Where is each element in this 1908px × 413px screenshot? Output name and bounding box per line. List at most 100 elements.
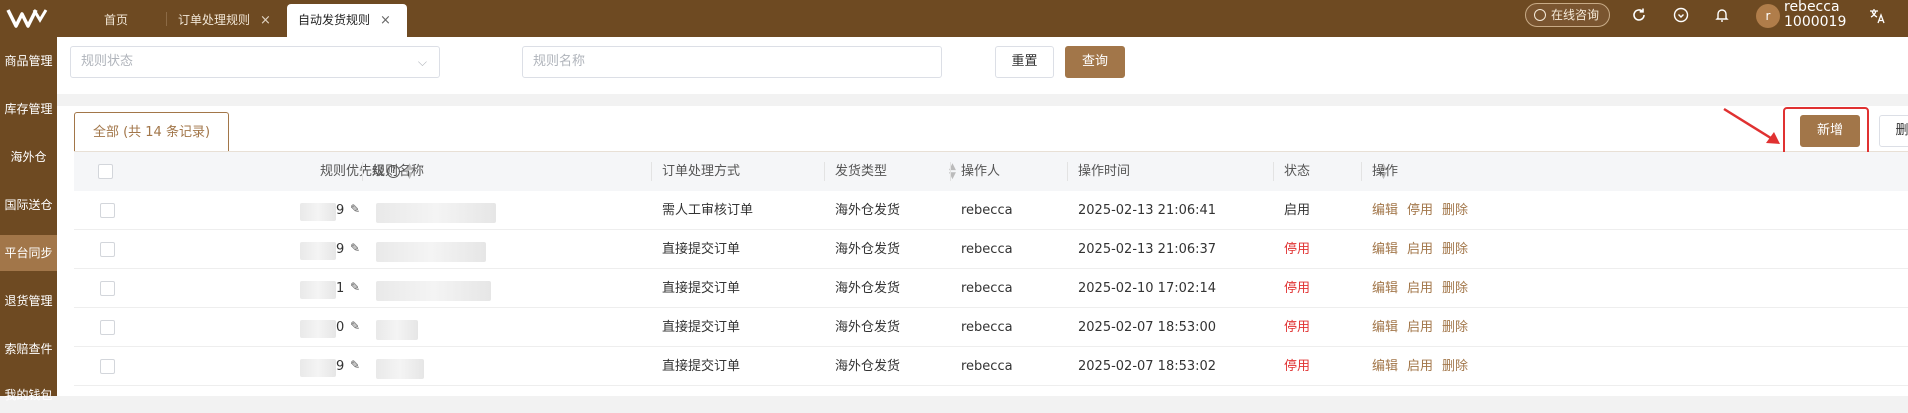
ship-type: 海外仓发货 <box>835 242 901 257</box>
ship-type: 海外仓发货 <box>835 203 901 218</box>
row-checkbox[interactable] <box>100 242 115 257</box>
tab-divider <box>166 12 167 26</box>
close-icon[interactable]: × <box>380 13 391 28</box>
delete-link[interactable]: 删除 <box>1442 359 1468 374</box>
ship-type: 海外仓发货 <box>835 359 901 374</box>
ship-type: 海外仓发货 <box>835 281 901 296</box>
select-all-checkbox[interactable] <box>98 164 113 179</box>
toggle-link[interactable]: 启用 <box>1407 320 1433 335</box>
edit-link[interactable]: 编辑 <box>1372 320 1398 335</box>
sidebar-item-inventory[interactable]: 库存管理 <box>0 91 57 127</box>
redacted-priority <box>300 203 336 221</box>
tab-order-rules[interactable]: 订单处理规则 × <box>178 4 271 37</box>
column-time: 操作时间 <box>1078 164 1131 179</box>
toggle-link[interactable]: 停用 <box>1407 203 1433 218</box>
process-method: 直接提交订单 <box>662 281 741 296</box>
operator: rebecca <box>961 359 1013 374</box>
online-consult-button[interactable]: 在线咨询 <box>1525 3 1610 27</box>
operator: rebecca <box>961 281 1013 296</box>
heart-icon[interactable] <box>1672 7 1690 25</box>
edit-link[interactable]: 编辑 <box>1372 359 1398 374</box>
user-name: rebecca <box>1784 0 1840 15</box>
operator: rebecca <box>961 320 1013 335</box>
redacted-priority <box>300 359 336 377</box>
sidebar-item-wallet[interactable]: 我的钱包 <box>0 377 57 413</box>
edit-pencil-icon[interactable]: ✎ <box>350 241 360 255</box>
sidebar-item-claims[interactable]: 索赔查件 <box>0 331 57 367</box>
status-badge: 停用 <box>1284 359 1311 374</box>
close-icon[interactable]: × <box>260 13 271 28</box>
query-button[interactable]: 查询 <box>1065 46 1125 78</box>
table-row: 9 ✎ 直接提交订单 海外仓发货 rebecca 2025-02-13 21:0… <box>74 230 1908 269</box>
edit-pencil-icon[interactable]: ✎ <box>350 280 360 294</box>
priority-value: 0 <box>336 320 345 335</box>
column-actions: 操作 <box>1372 164 1399 179</box>
tab-all-records[interactable]: 全部 (共 14 条记录) <box>74 112 229 152</box>
edit-pencil-icon[interactable]: ✎ <box>350 358 360 372</box>
process-method: 直接提交订单 <box>662 242 741 257</box>
user-info[interactable]: rebecca 1000019 <box>1784 0 1846 30</box>
edit-pencil-icon[interactable]: ✎ <box>350 319 360 333</box>
add-rule-button[interactable]: 新增 <box>1800 115 1860 147</box>
chevron-down-icon: ⌵ <box>417 55 427 69</box>
status-badge: 启用 <box>1284 203 1311 218</box>
row-actions: 编辑 启用 删除 <box>1372 308 1477 347</box>
toggle-link[interactable]: 启用 <box>1407 242 1433 257</box>
column-type[interactable]: 发货类型 ▲ ▼ <box>835 152 956 191</box>
ship-type: 海外仓发货 <box>835 320 901 335</box>
annotation-arrow-icon <box>1723 107 1780 144</box>
redacted-rule-name <box>376 320 418 340</box>
sidebar-item-returns[interactable]: 退货管理 <box>0 283 57 319</box>
row-checkbox[interactable] <box>100 203 115 218</box>
operator: rebecca <box>961 242 1013 257</box>
column-method: 订单处理方式 <box>662 164 741 179</box>
status-badge: 停用 <box>1284 281 1311 296</box>
brand-logo-icon[interactable] <box>6 6 50 30</box>
column-divider <box>1361 162 1362 181</box>
top-bar: 首页 订单处理规则 × 自动发货规则 × 在线咨询 r rebecca 100001… <box>0 0 1908 37</box>
column-divider <box>950 162 951 181</box>
process-method: 直接提交订单 <box>662 359 741 374</box>
operator: rebecca <box>961 203 1013 218</box>
toggle-link[interactable]: 启用 <box>1407 359 1433 374</box>
translate-icon[interactable] <box>1868 7 1886 25</box>
redacted-priority <box>300 320 336 338</box>
operate-time: 2025-02-07 18:53:00 <box>1078 320 1217 335</box>
tab-auto-ship-rules[interactable]: 自动发货规则 × <box>287 4 407 37</box>
row-checkbox[interactable] <box>100 281 115 296</box>
delete-button[interactable]: 删除 <box>1879 115 1908 147</box>
sidebar-item-products[interactable]: 商品管理 <box>0 43 57 79</box>
redacted-rule-name <box>376 242 486 262</box>
delete-link[interactable]: 删除 <box>1442 242 1468 257</box>
main-content: 规则状态 ⌵ 规则名称 重置 查询 全部 (共 14 条记录) 新增 删除 ⚙ … <box>57 37 1908 396</box>
tab-home[interactable]: 首页 <box>104 4 128 37</box>
delete-link[interactable]: 删除 <box>1442 320 1468 335</box>
sidebar-item-overseas-warehouse[interactable]: 海外仓 <box>0 139 57 175</box>
edit-pencil-icon[interactable]: ✎ <box>350 202 360 216</box>
table-row: 9 ✎ 需人工审核订单 海外仓发货 rebecca 2025-02-13 21:… <box>74 191 1908 230</box>
priority-value: 9 <box>336 359 345 374</box>
row-actions: 编辑 启用 删除 <box>1372 269 1477 308</box>
row-actions: 编辑 启用 删除 <box>1372 230 1477 269</box>
table-header: 规则优先级? ▲ ▼ 规则名称 订单处理方式 发货类型 ▲ ▼ 操作人 操作时间 状态 ▲… <box>74 152 1908 191</box>
sidebar-item-intl-delivery[interactable]: 国际送仓 <box>0 187 57 223</box>
operate-time: 2025-02-10 17:02:14 <box>1078 281 1217 296</box>
edit-link[interactable]: 编辑 <box>1372 281 1398 296</box>
operate-time: 2025-02-13 21:06:37 <box>1078 242 1217 257</box>
bell-icon[interactable] <box>1713 7 1731 25</box>
rule-status-select[interactable]: 规则状态 ⌵ <box>70 46 440 78</box>
edit-link[interactable]: 编辑 <box>1372 242 1398 257</box>
rule-name-input[interactable]: 规则名称 <box>522 46 942 78</box>
avatar[interactable]: r <box>1756 4 1780 28</box>
delete-link[interactable]: 删除 <box>1442 203 1468 218</box>
delete-link[interactable]: 删除 <box>1442 281 1468 296</box>
table-row: 9 ✎ 直接提交订单 海外仓发货 rebecca 2025-02-07 18:5… <box>74 347 1908 386</box>
edit-link[interactable]: 编辑 <box>1372 203 1398 218</box>
row-checkbox[interactable] <box>100 320 115 335</box>
reset-button[interactable]: 重置 <box>995 46 1054 78</box>
column-divider <box>1067 162 1068 181</box>
sidebar-item-platform-sync[interactable]: 平台同步 <box>0 235 57 271</box>
row-checkbox[interactable] <box>100 359 115 374</box>
toggle-link[interactable]: 启用 <box>1407 281 1433 296</box>
refresh-icon[interactable] <box>1630 7 1648 25</box>
